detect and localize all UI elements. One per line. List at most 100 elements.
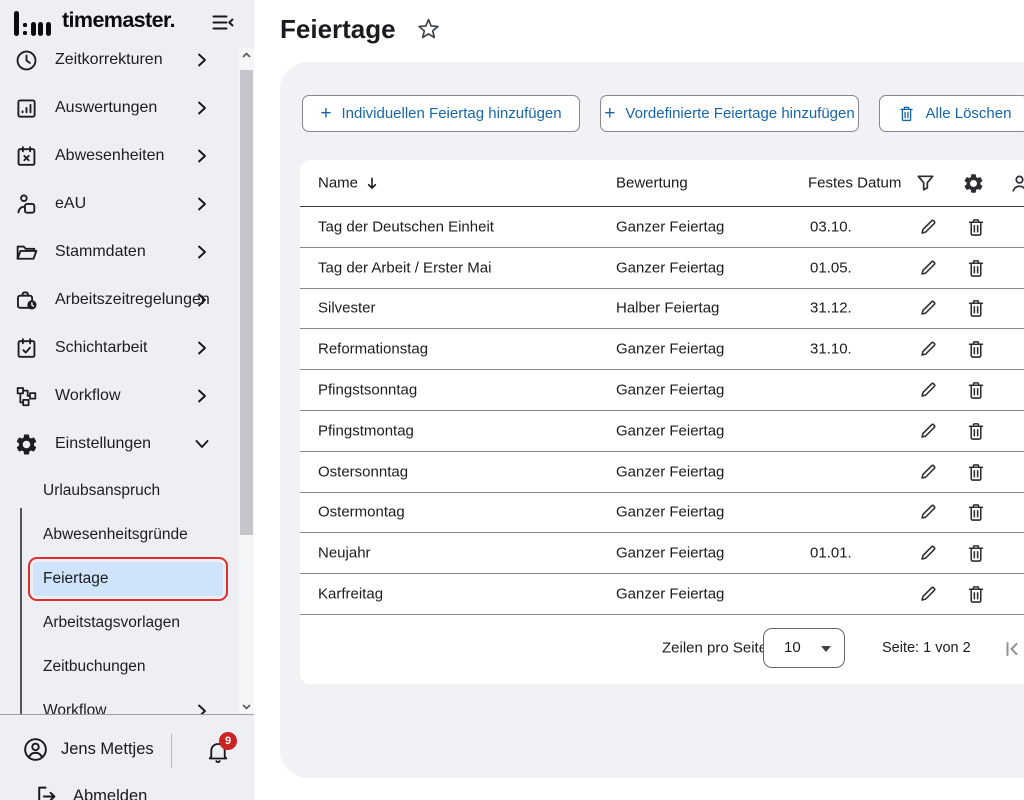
table-row: Reformationstag Ganzer Feiertag 31.10. xyxy=(300,329,1024,370)
edit-button[interactable] xyxy=(917,419,941,443)
sidebar-nav: Zeitkorrekturen Auswertungen Abwesenheit… xyxy=(0,36,239,714)
notification-bell-icon[interactable]: 9 xyxy=(205,737,235,767)
sidebar-item-abwesenheiten[interactable]: Abwesenheiten xyxy=(0,132,239,180)
column-header-bewertung: Bewertung xyxy=(616,175,688,192)
edit-button[interactable] xyxy=(917,582,941,606)
edit-button[interactable] xyxy=(917,215,941,239)
add-individual-holiday-button[interactable]: + Individuellen Feiertag hinzufügen xyxy=(302,95,580,132)
clock-icon xyxy=(13,47,39,73)
cell-bewertung: Ganzer Feiertag xyxy=(616,504,724,521)
cell-name: Ostersonntag xyxy=(318,463,408,480)
brand-name: timemaster. xyxy=(62,8,175,33)
cell-bewertung: Ganzer Feiertag xyxy=(616,218,724,235)
sidebar-item-workflow[interactable]: Workflow xyxy=(0,372,239,420)
filter-icon[interactable] xyxy=(914,171,938,195)
table-row: Ostersonntag Ganzer Feiertag xyxy=(300,452,1024,493)
user-name: Jens Mettjes xyxy=(61,740,154,759)
person-icon[interactable] xyxy=(1008,171,1024,195)
calendar-x-icon xyxy=(13,143,39,169)
sidebar-item-schichtarbeit[interactable]: Schichtarbeit xyxy=(0,324,239,372)
scrollbar-down-icon[interactable] xyxy=(239,699,254,714)
sidebar-collapse-icon[interactable] xyxy=(210,11,236,35)
chevron-right-icon xyxy=(194,52,210,68)
cell-name: Silvester xyxy=(318,300,376,317)
cell-bewertung: Ganzer Feiertag xyxy=(616,586,724,603)
delete-button[interactable] xyxy=(965,378,989,402)
table-row: Karfreitag Ganzer Feiertag xyxy=(300,574,1024,615)
submenu-rule xyxy=(20,508,22,714)
cell-bewertung: Ganzer Feiertag xyxy=(616,341,724,358)
chevron-right-icon xyxy=(194,244,210,260)
scrollbar-thumb[interactable] xyxy=(240,70,253,535)
edit-button[interactable] xyxy=(917,296,941,320)
trash-icon xyxy=(897,104,916,123)
cell-name: Pfingstmontag xyxy=(318,422,414,439)
sidebar-subitem-zeitbuchungen[interactable]: Zeitbuchungen xyxy=(33,650,223,684)
table-header: Name Bewertung Festes Datum xyxy=(300,160,1024,207)
sidebar-subitem-feiertage[interactable]: Feiertage xyxy=(33,562,223,596)
caret-down-icon xyxy=(821,646,831,652)
table-row: Tag der Arbeit / Erster Mai Ganzer Feier… xyxy=(300,248,1024,289)
sidebar-item-einstellungen[interactable]: Einstellungen xyxy=(0,420,239,468)
edit-button[interactable] xyxy=(917,337,941,361)
delete-button[interactable] xyxy=(965,500,989,524)
sidebar-item-eau[interactable]: eAU xyxy=(0,180,239,228)
chevron-right-icon xyxy=(194,100,210,116)
column-header-name[interactable]: Name xyxy=(318,175,379,192)
add-predefined-holidays-button[interactable]: + Vordefinierte Feiertage hinzufügen xyxy=(600,95,859,132)
cell-festes-datum: 31.12. xyxy=(810,300,852,317)
delete-button[interactable] xyxy=(965,460,989,484)
bar-chart-icon xyxy=(13,95,39,121)
notification-badge: 9 xyxy=(219,732,237,750)
sidebar-item-arbeitszeitregelungen[interactable]: Arbeitszeitregelungen xyxy=(0,276,239,324)
sidebar-subitem-abwesenheitsgruende[interactable]: Abwesenheitsgründe xyxy=(33,518,223,552)
edit-button[interactable] xyxy=(917,460,941,484)
table-row: Neujahr Ganzer Feiertag 01.01. xyxy=(300,533,1024,574)
delete-button[interactable] xyxy=(965,419,989,443)
delete-button[interactable] xyxy=(965,215,989,239)
delete-button[interactable] xyxy=(965,541,989,565)
cell-bewertung: Ganzer Feiertag xyxy=(616,382,724,399)
user-menu-button[interactable]: Jens Mettjes xyxy=(22,736,154,763)
cell-bewertung: Ganzer Feiertag xyxy=(616,545,724,562)
delete-button[interactable] xyxy=(965,582,989,606)
sidebar-subitem-workflow[interactable]: Workflow xyxy=(33,694,223,714)
first-page-icon[interactable] xyxy=(1002,639,1022,659)
plus-icon: + xyxy=(604,104,615,123)
star-outline-icon[interactable] xyxy=(416,17,442,43)
folder-open-icon xyxy=(13,239,39,265)
cell-name: Neujahr xyxy=(318,545,371,562)
table-row: Silvester Halber Feiertag 31.12. xyxy=(300,289,1024,330)
person-card-icon xyxy=(13,191,39,217)
delete-button[interactable] xyxy=(965,256,989,280)
bag-clock-icon xyxy=(13,287,39,313)
edit-button[interactable] xyxy=(917,378,941,402)
calendar-check-icon xyxy=(13,335,39,361)
edit-button[interactable] xyxy=(917,541,941,565)
table-row: Pfingstmontag Ganzer Feiertag xyxy=(300,411,1024,452)
chevron-right-icon xyxy=(194,340,210,356)
sidebar-item-zeitkorrekturen[interactable]: Zeitkorrekturen xyxy=(0,36,239,84)
sidebar-subitem-urlaubsanspruch[interactable]: Urlaubsanspruch xyxy=(33,474,223,508)
holidays-table: Name Bewertung Festes Datum xyxy=(300,160,1024,684)
logout-button[interactable]: Abmelden xyxy=(34,784,147,800)
chevron-down-icon xyxy=(194,436,210,452)
edit-button[interactable] xyxy=(917,500,941,524)
gear-icon[interactable] xyxy=(962,171,986,195)
scrollbar-up-icon[interactable] xyxy=(239,48,254,63)
rows-per-page-select[interactable]: 10 xyxy=(763,628,845,668)
chevron-right-icon xyxy=(194,703,210,714)
delete-button[interactable] xyxy=(965,337,989,361)
delete-all-button[interactable]: Alle Löschen xyxy=(879,95,1024,132)
cell-festes-datum: 01.05. xyxy=(810,259,852,276)
sidebar: timemaster. Zeitkorrekturen Auswertungen xyxy=(0,0,254,800)
timemaster-logo-icon xyxy=(14,10,51,36)
cell-name: Karfreitag xyxy=(318,586,383,603)
cell-festes-datum: 31.10. xyxy=(810,341,852,358)
sidebar-item-auswertungen[interactable]: Auswertungen xyxy=(0,84,239,132)
sidebar-subitem-arbeitstagsvorlagen[interactable]: Arbeitstagsvorlagen xyxy=(33,606,223,640)
delete-button[interactable] xyxy=(965,296,989,320)
sidebar-item-stammdaten[interactable]: Stammdaten xyxy=(0,228,239,276)
cell-festes-datum: 01.01. xyxy=(810,545,852,562)
edit-button[interactable] xyxy=(917,256,941,280)
